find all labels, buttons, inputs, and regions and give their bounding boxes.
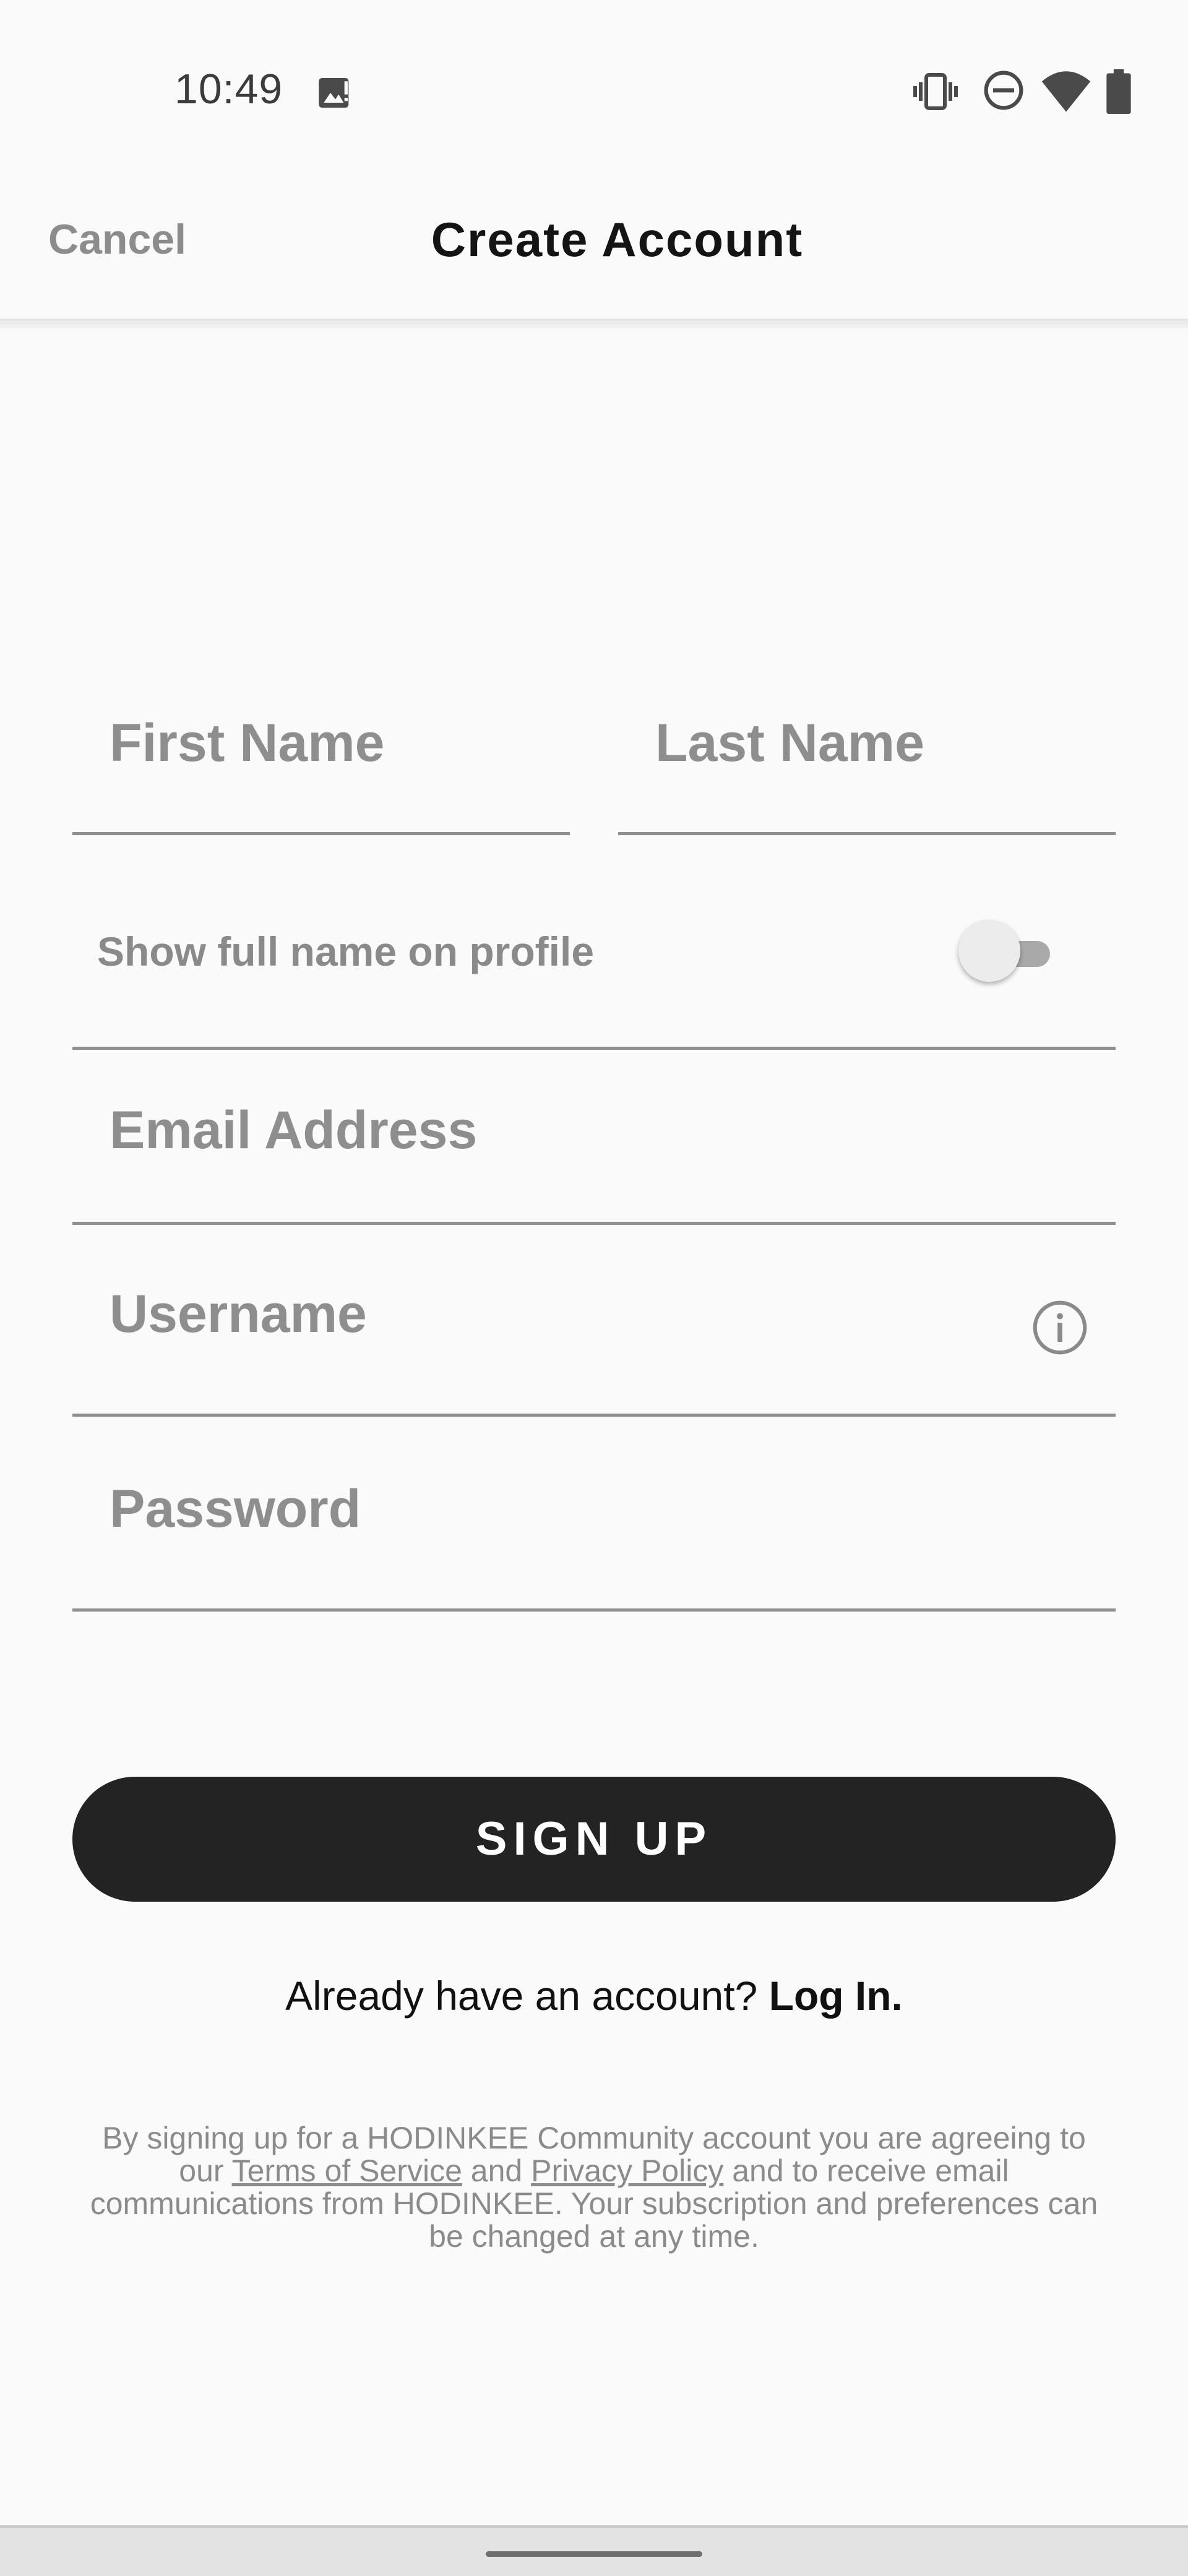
sign-up-button[interactable]: SIGN UP (72, 1777, 1116, 1902)
first-name-field[interactable]: First Name (72, 680, 570, 835)
toggle-thumb (958, 920, 1020, 982)
username-placeholder: Username (110, 1284, 367, 1344)
email-field[interactable]: Email Address (72, 1052, 1116, 1225)
show-full-name-row: Show full name on profile (72, 835, 1116, 1050)
password-placeholder: Password (110, 1479, 361, 1539)
privacy-policy-link[interactable]: Privacy Policy (531, 2153, 723, 2188)
last-name-placeholder: Last Name (655, 713, 924, 773)
do-not-disturb-icon (984, 71, 1023, 110)
status-bar: 10:49 (0, 0, 1188, 186)
system-navigation-bar (0, 2525, 1188, 2576)
image-notification-icon (319, 78, 349, 108)
email-placeholder: Email Address (110, 1101, 478, 1160)
last-name-field[interactable]: Last Name (618, 680, 1116, 835)
log-in-link[interactable]: Log In. (769, 1973, 903, 2019)
username-field[interactable]: Username (72, 1225, 1116, 1417)
legal-text-and: and (470, 2153, 523, 2188)
header: Cancel Create Account (0, 186, 1188, 319)
home-gesture-handle[interactable] (486, 2551, 702, 2557)
wifi-icon (1041, 71, 1091, 112)
info-icon[interactable] (1031, 1299, 1088, 1356)
password-field[interactable]: Password (72, 1417, 1116, 1612)
legal-text: By signing up for a HODINKEE Community a… (87, 2122, 1101, 2253)
show-full-name-label: Show full name on profile (97, 929, 595, 974)
login-prompt-row: Already have an account? Log In. (0, 1972, 1188, 2019)
vibrate-icon (913, 73, 958, 110)
page-title: Create Account (431, 212, 804, 267)
show-full-name-toggle[interactable] (958, 920, 1057, 985)
header-divider (0, 319, 1188, 328)
first-name-placeholder: First Name (110, 713, 385, 773)
login-prompt-text: Already have an account? (285, 1973, 758, 2019)
status-time: 10:49 (174, 66, 283, 113)
terms-of-service-link[interactable]: Terms of Service (232, 2153, 462, 2188)
battery-icon (1106, 69, 1131, 114)
